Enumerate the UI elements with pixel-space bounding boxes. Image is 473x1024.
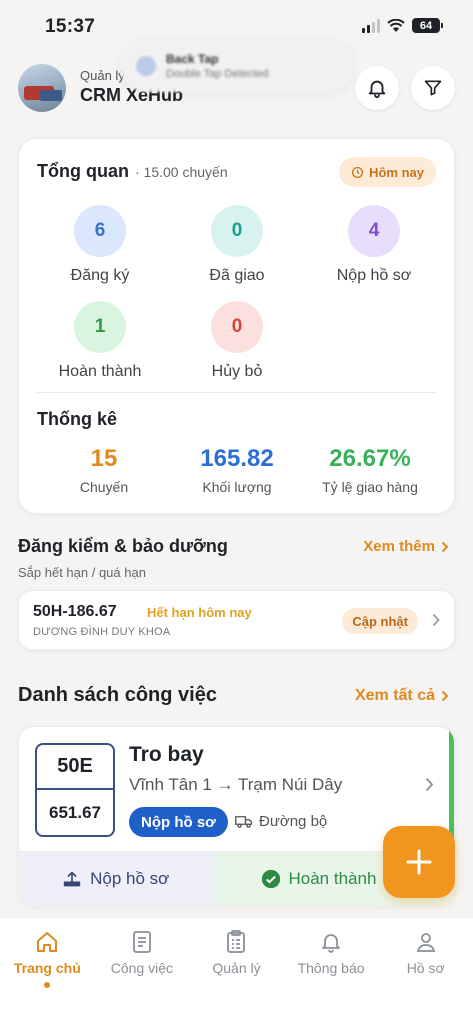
stat-value: 0 — [211, 205, 263, 257]
user-icon — [416, 933, 435, 952]
filter-button[interactable] — [411, 66, 455, 110]
inspection-subtitle: Sắp hết hạn / quá hạn — [18, 565, 146, 580]
job-route: Vĩnh Tân 1 → Trạm Núi Dây — [129, 775, 343, 794]
submit-label: Nộp hồ sơ — [90, 868, 170, 888]
filter-icon — [424, 80, 442, 96]
jobs-see-all-link[interactable]: Xem tất cả — [355, 687, 449, 705]
upload-icon — [63, 871, 81, 886]
stat-trips: 15 Chuyến — [39, 445, 169, 495]
document-icon — [132, 931, 151, 953]
divider — [37, 392, 436, 393]
check-circle-icon — [261, 869, 280, 888]
chevron-right-icon[interactable] — [425, 777, 434, 792]
chevron-right-icon — [441, 690, 449, 702]
nav-label: Công việc — [110, 960, 174, 976]
inspection-item[interactable]: 50H-186.67 Hết hạn hôm nay DƯƠNG ĐÌNH DU… — [18, 590, 455, 650]
vehicle-plate: 50H-186.67 — [33, 603, 117, 620]
battery-icon: 64 — [412, 18, 443, 33]
period-filter-badge[interactable]: Hôm nay — [339, 157, 436, 187]
active-indicator — [44, 982, 51, 988]
signal-icon — [362, 18, 380, 33]
volume-value: 165.82 — [200, 445, 274, 472]
stat-label: Đăng ký — [70, 267, 130, 284]
wifi-icon — [387, 18, 405, 32]
trips-value: 15 — [90, 445, 118, 472]
submit-documents-button[interactable]: Nộp hồ sơ — [19, 852, 213, 905]
stat-value: 6 — [74, 205, 126, 257]
nav-manage[interactable]: Quản lý — [189, 918, 284, 1024]
see-more-label: Xem thêm — [363, 538, 435, 555]
complete-label: Hoàn thành — [288, 868, 377, 888]
battery-level: 64 — [412, 18, 440, 33]
stat-label: Hoàn thành — [58, 363, 142, 380]
overview-card: Tổng quan · 15.00 chuyến Hôm nay 6 Đăng … — [18, 138, 455, 514]
license-plate: 50E 651.67 — [35, 743, 115, 837]
stat-value: 4 — [348, 205, 400, 257]
stat-submitted[interactable]: 4 Nộp hồ sơ — [304, 205, 444, 285]
avatar[interactable] — [18, 64, 66, 112]
stat-value: 1 — [74, 301, 126, 353]
stat-completed[interactable]: 1 Hoàn thành — [30, 301, 170, 381]
clipboard-icon — [227, 930, 246, 953]
nav-label: Trang chủ — [13, 960, 81, 976]
nav-label: Thông báo — [297, 960, 365, 976]
delivery-rate-value: 26.67% — [329, 445, 411, 472]
job-title: Tro bay — [129, 743, 204, 766]
driver-name: DƯƠNG ĐÌNH DUY KHOA — [33, 626, 171, 638]
chevron-right-icon — [441, 541, 449, 552]
volume-label: Khối lượng — [202, 479, 272, 495]
stat-volume: 165.82 Khối lượng — [169, 445, 305, 495]
stat-registered[interactable]: 6 Đăng ký — [30, 205, 170, 285]
accessibility-icon — [136, 56, 156, 76]
stat-cancelled[interactable]: 0 Hủy bỏ — [167, 301, 307, 381]
nav-profile[interactable]: Hồ sơ — [378, 918, 473, 1024]
overview-title: Tổng quan — [37, 161, 129, 181]
trips-label: Chuyến — [79, 479, 129, 495]
stat-label: Nộp hồ sơ — [336, 267, 412, 284]
overview-count: · 15.00 chuyến — [134, 164, 228, 180]
plate-bottom: 651.67 — [49, 802, 101, 822]
see-all-label: Xem tất cả — [354, 687, 435, 704]
nav-notifications[interactable]: Thông báo — [284, 918, 379, 1024]
expiry-status: Hết hạn hôm nay — [147, 605, 252, 620]
bell-icon — [322, 934, 340, 953]
notification-title: Back Tap — [166, 52, 219, 66]
home-icon — [37, 932, 58, 952]
status-icons: 64 — [362, 18, 443, 33]
back-tap-notification: Back Tap Double Tap Detected — [120, 40, 354, 92]
transport-type: Đường bộ — [235, 813, 327, 830]
clock-icon — [352, 166, 364, 178]
notification-subtitle: Double Tap Detected — [166, 68, 269, 80]
nav-label: Hồ sơ — [406, 960, 445, 976]
plus-icon — [406, 849, 432, 875]
period-label: Hôm nay — [369, 164, 424, 180]
nav-home[interactable]: Trang chủ — [0, 918, 95, 1024]
statistics-title: Thống kê — [37, 409, 117, 429]
inspection-section-title: Đăng kiểm & bảo dưỡng — [18, 536, 228, 556]
nav-jobs[interactable]: Công việc — [95, 918, 190, 1024]
status-time: 15:37 — [45, 16, 96, 37]
add-job-button[interactable] — [383, 826, 455, 898]
job-status-badge: Nộp hồ sơ — [129, 807, 228, 837]
nav-label: Quản lý — [212, 960, 261, 976]
chevron-right-icon — [432, 613, 440, 627]
transport-label: Đường bộ — [259, 813, 328, 830]
inspection-see-more-link[interactable]: Xem thêm — [363, 538, 449, 555]
stat-delivery-rate: 26.67% Tỷ lệ giao hàng — [305, 445, 435, 495]
stat-value: 0 — [211, 301, 263, 353]
notifications-button[interactable] — [355, 66, 399, 110]
update-button[interactable]: Cập nhật — [342, 608, 418, 634]
delivery-rate-label: Tỷ lệ giao hàng — [322, 479, 418, 495]
stat-delivered[interactable]: 0 Đã giao — [167, 205, 307, 285]
stat-label: Hủy bỏ — [211, 363, 263, 380]
plate-top: 50E — [37, 745, 113, 790]
stat-label: Đã giao — [209, 267, 265, 284]
bottom-navigation: Trang chủ Công việc Quản lý Thông báo Hồ… — [0, 917, 473, 1024]
truck-icon — [235, 815, 253, 828]
bell-icon — [368, 80, 386, 99]
jobs-section-title: Danh sách công việc — [18, 684, 217, 706]
